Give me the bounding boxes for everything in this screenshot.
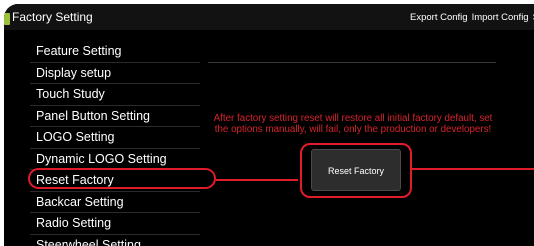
reset-warning-text: After factory setting reset will restore… (213, 113, 493, 135)
menu-item-feature-setting[interactable]: Feature Setting (30, 41, 200, 63)
menu-item-radio-setting[interactable]: Radio Setting (30, 213, 200, 235)
menu-item-logo-setting[interactable]: LOGO Setting (30, 127, 200, 149)
app-icon (4, 13, 10, 25)
menu-item-display-setup[interactable]: Display setup (30, 63, 200, 84)
page-title: Factory Setting (12, 10, 93, 24)
title-bar: Factory Setting Export Config Import Conf… (4, 4, 534, 30)
annotation-connector-right (410, 168, 534, 170)
import-config-button[interactable]: Import Config (472, 12, 529, 23)
annotation-connector-left (216, 179, 298, 181)
menu-item-panel-button-setting[interactable]: Panel Button Setting (30, 106, 200, 127)
menu-item-steerwheel-setting[interactable]: Steerwheel Setting (30, 235, 200, 246)
content-divider (208, 62, 496, 63)
menu-item-dynamic-logo-setting[interactable]: Dynamic LOGO Setting (30, 149, 200, 170)
menu-item-backcar-setting[interactable]: Backcar Setting (30, 192, 200, 213)
settings-menu: Feature Setting Display setup Touch Stud… (30, 41, 200, 246)
top-actions: Export ConfigImport ConfigSa (410, 12, 534, 23)
selected-item-highlight (28, 168, 216, 189)
menu-item-touch-study[interactable]: Touch Study (30, 84, 200, 106)
export-config-button[interactable]: Export Config (410, 12, 468, 23)
factory-setting-screen: Factory Setting Export Config Import Conf… (4, 4, 534, 246)
reset-button-highlight (300, 143, 412, 198)
